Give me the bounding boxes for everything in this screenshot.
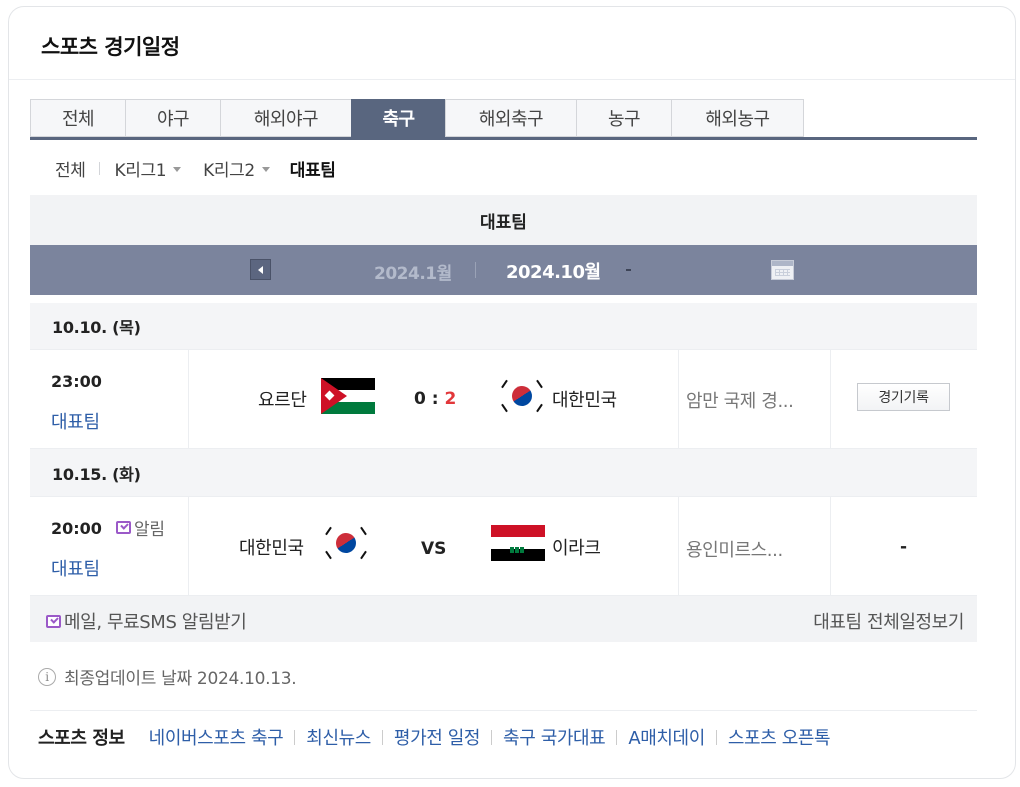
date-header: 10.10. (목) bbox=[30, 303, 977, 349]
caret-down-icon bbox=[261, 166, 270, 172]
alarm-check-icon bbox=[116, 521, 131, 534]
alarm-check-icon bbox=[46, 614, 61, 628]
table-footer: 메일, 무료SMS 알림받기 대표팀 전체일정보기 bbox=[30, 596, 977, 642]
game-record-empty: - bbox=[900, 537, 908, 557]
card-title: 스포츠 경기일정 bbox=[41, 35, 180, 59]
jordan-flag-icon bbox=[321, 378, 375, 414]
tab-all[interactable]: 전체 bbox=[30, 99, 125, 137]
divider bbox=[9, 79, 1015, 80]
away-score: 2 bbox=[444, 389, 457, 409]
game-row: 20:00 알림 대표팀 대한민국 VS 이라크 용인미르스... - bbox=[30, 496, 977, 596]
subtab-kleague2[interactable]: K리그2 bbox=[203, 156, 270, 181]
alarm-button[interactable]: 알림 bbox=[116, 515, 165, 540]
link-national-team[interactable]: 축구 국가대표 bbox=[503, 724, 606, 750]
month-navigator: 2024.1월 2024.10월 bbox=[30, 245, 977, 295]
link-naver-sports-soccer[interactable]: 네이버스포츠 축구 bbox=[149, 724, 284, 750]
tab-basketball[interactable]: 농구 bbox=[576, 99, 671, 137]
iraq-flag-icon bbox=[491, 525, 545, 561]
south-korea-flag-icon bbox=[495, 378, 549, 414]
game-score: 0 : 2 bbox=[414, 389, 456, 409]
sports-info-links: 스포츠 정보 네이버스포츠 축구 최신뉴스 평가전 일정 축구 국가대표 A매치… bbox=[38, 724, 831, 750]
divider bbox=[30, 710, 977, 711]
alarm-label: 알림 bbox=[134, 520, 165, 540]
link-a-match-day[interactable]: A매치데이 bbox=[628, 724, 705, 750]
sports-info-label: 스포츠 정보 bbox=[38, 728, 125, 749]
prev-month-label[interactable]: 2024.1월 bbox=[374, 259, 452, 284]
tab-overseas-soccer[interactable]: 해외축구 bbox=[445, 99, 576, 137]
subtab-kleague1[interactable]: K리그1 bbox=[114, 156, 182, 181]
subtab-kleague1-label: K리그1 bbox=[114, 161, 167, 181]
vs-label: VS bbox=[421, 539, 447, 559]
game-time: 23:00 bbox=[51, 372, 102, 391]
month-separator bbox=[475, 262, 476, 278]
last-update: i 최종업데이트 날짜 2024.10.13. bbox=[38, 664, 297, 689]
link-sports-opentalk[interactable]: 스포츠 오픈톡 bbox=[728, 724, 831, 750]
game-category-link[interactable]: 대표팀 bbox=[51, 555, 100, 581]
game-category-link[interactable]: 대표팀 bbox=[51, 408, 100, 434]
home-team-name: 대한민국 bbox=[239, 538, 304, 559]
subtab-national-team[interactable]: 대표팀 bbox=[290, 156, 336, 181]
subtab-separator bbox=[99, 162, 101, 175]
full-schedule-link[interactable]: 대표팀 전체일정보기 bbox=[813, 608, 964, 634]
league-subtabs: 전체 K리그1 K리그2 대표팀 bbox=[55, 156, 336, 181]
score-separator: : bbox=[431, 389, 439, 409]
caret-down-icon bbox=[173, 166, 182, 172]
sms-alarm-link[interactable]: 메일, 무료SMS 알림받기 bbox=[46, 608, 247, 634]
last-update-text: 최종업데이트 날짜 2024.10.13. bbox=[64, 669, 297, 689]
tab-soccer[interactable]: 축구 bbox=[351, 99, 445, 137]
venue: 용인미르스... bbox=[686, 540, 783, 561]
tabs-underline bbox=[30, 137, 977, 140]
subtab-all[interactable]: 전체 bbox=[55, 156, 86, 181]
tab-baseball[interactable]: 야구 bbox=[125, 99, 220, 137]
section-title: 대표팀 bbox=[30, 195, 977, 245]
info-icon: i bbox=[38, 667, 56, 686]
date-header: 10.15. (화) bbox=[30, 449, 977, 496]
home-score: 0 bbox=[414, 389, 426, 409]
calendar-icon[interactable] bbox=[771, 260, 794, 280]
venue: 암만 국제 경... bbox=[686, 391, 794, 412]
link-latest-news[interactable]: 최신뉴스 bbox=[306, 724, 371, 750]
tab-overseas-baseball[interactable]: 해외야구 bbox=[220, 99, 351, 137]
away-team-name: 대한민국 bbox=[552, 390, 617, 411]
game-record-button[interactable]: 경기기록 bbox=[857, 383, 950, 411]
sms-alarm-label: 메일, 무료SMS 알림받기 bbox=[64, 612, 247, 633]
link-friendly-schedule[interactable]: 평가전 일정 bbox=[394, 724, 481, 750]
sport-tabs: 전체 야구 해외야구 축구 해외축구 농구 해외농구 bbox=[30, 99, 804, 137]
away-team-name: 이라크 bbox=[552, 538, 601, 559]
home-team-name: 요르단 bbox=[258, 390, 307, 411]
game-time: 20:00 bbox=[51, 519, 102, 538]
south-korea-flag-icon bbox=[319, 525, 373, 561]
subtab-kleague2-label: K리그2 bbox=[203, 161, 255, 181]
current-month-label: 2024.10월 bbox=[506, 262, 601, 283]
game-row: 23:00 대표팀 요르단 0 : 2 대한민국 암만 국제 경... 경기기록 bbox=[30, 349, 977, 449]
tab-overseas-basketball[interactable]: 해외농구 bbox=[671, 99, 804, 137]
prev-month-button[interactable] bbox=[250, 259, 271, 280]
arrow-left-icon bbox=[258, 265, 263, 274]
next-month-button[interactable] bbox=[626, 269, 631, 271]
